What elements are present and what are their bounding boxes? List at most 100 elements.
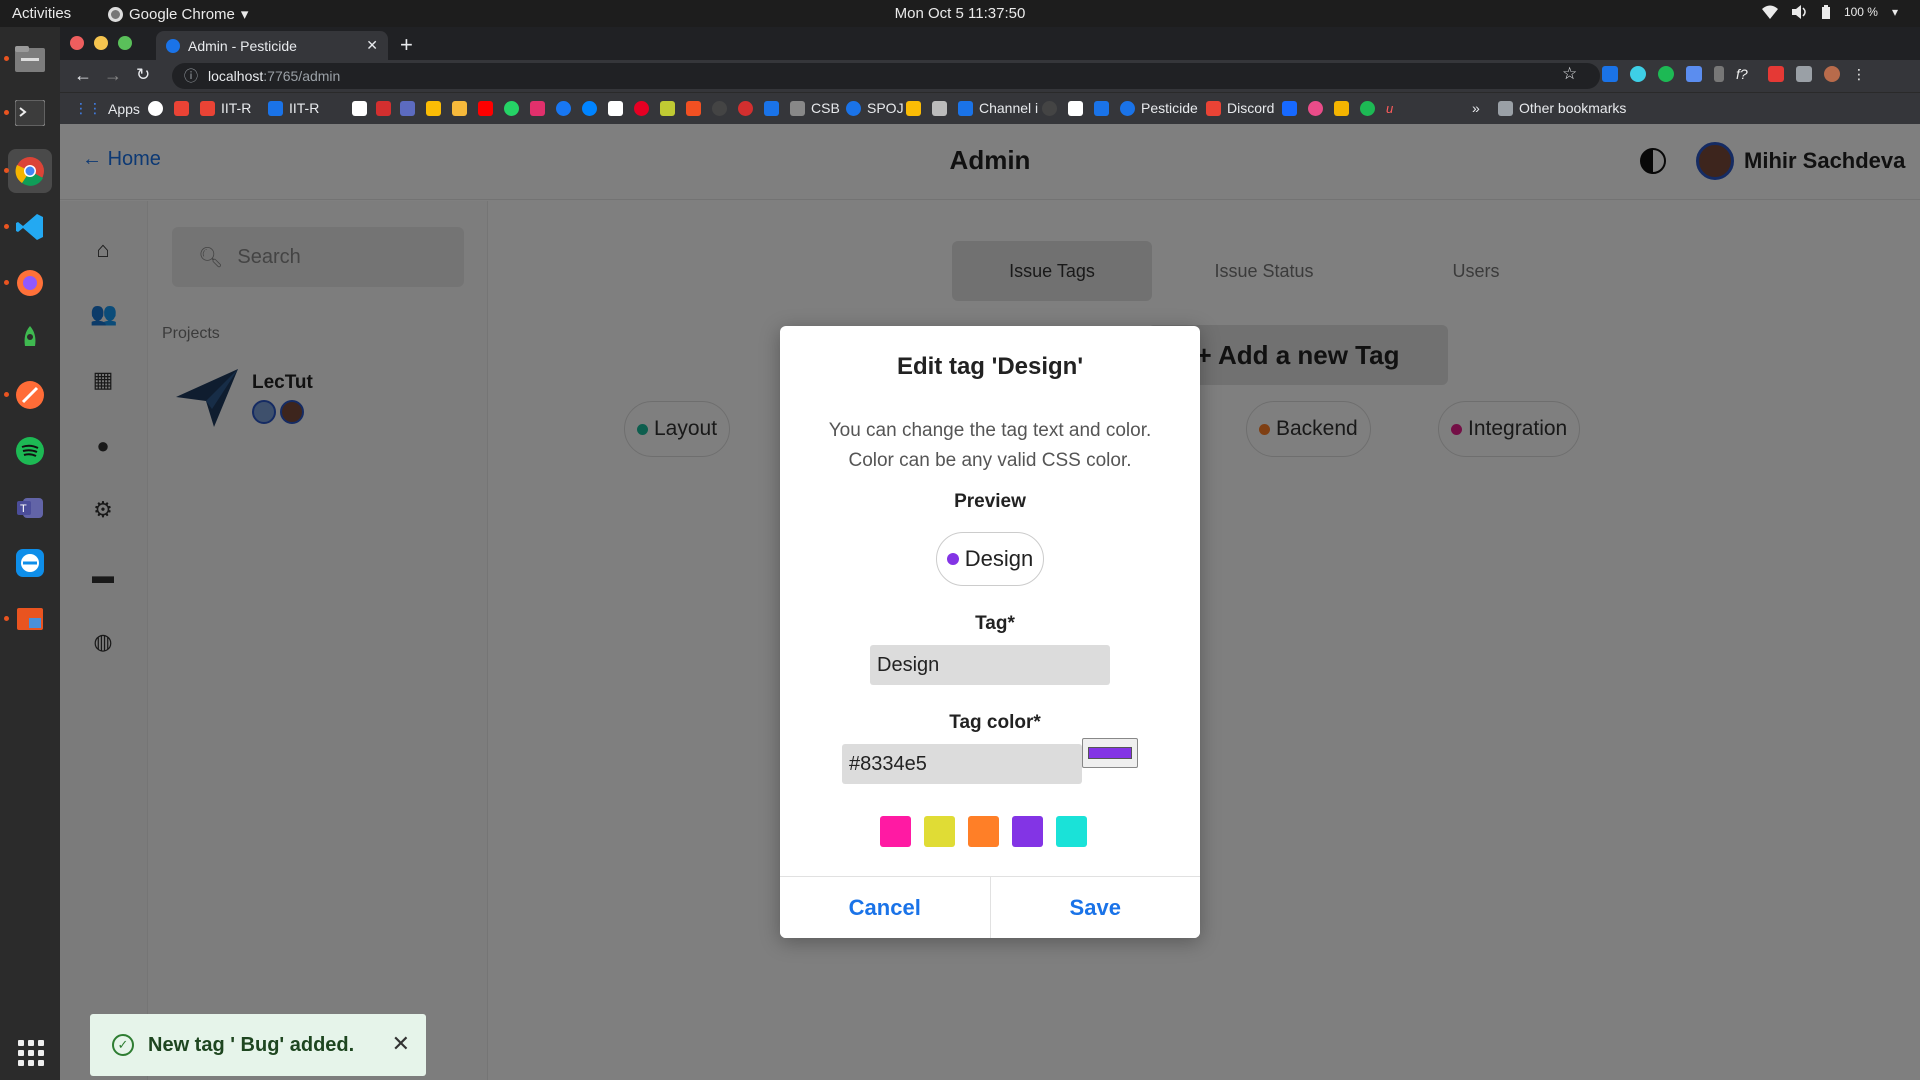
other-bookmarks[interactable]: Other bookmarks [1498, 100, 1626, 116]
google-icon[interactable] [148, 101, 163, 116]
swatch-yellow[interactable] [924, 816, 955, 847]
swatch-orange[interactable] [968, 816, 999, 847]
bookmark-channel-i[interactable]: Channel i [958, 100, 1038, 116]
apps-grid-icon: ⋮⋮ [74, 100, 102, 116]
bookmark-icon[interactable] [1334, 101, 1349, 116]
running-indicator [4, 56, 9, 61]
color-field-label: Tag color* [949, 712, 1041, 733]
tag-color-input[interactable] [842, 744, 1082, 784]
react-devtools-icon[interactable] [1630, 66, 1646, 82]
dock-rocket-app[interactable] [8, 317, 52, 361]
messenger-icon[interactable] [582, 101, 597, 116]
bookmark-icon[interactable] [352, 101, 367, 116]
dock-screenshot-app[interactable] [4, 597, 52, 641]
pinterest-icon[interactable] [634, 101, 649, 116]
extension-icon[interactable] [1602, 66, 1618, 82]
system-top-bar: Activities Google Chrome ▾ Mon Oct 5 11:… [0, 0, 1920, 27]
behance-icon[interactable] [1282, 101, 1297, 116]
bookmark-icon[interactable] [738, 101, 753, 116]
bookmark-icon[interactable] [1068, 101, 1083, 116]
rocket-icon [24, 326, 36, 346]
puzzle-icon[interactable] [1796, 66, 1812, 82]
drive-icon[interactable] [426, 101, 441, 116]
gmail-icon[interactable] [174, 101, 189, 116]
info-icon[interactable]: ⓘ [184, 66, 198, 86]
bookmark-apps[interactable]: ⋮⋮ Apps [74, 100, 140, 117]
dock-teamviewer[interactable] [8, 541, 52, 585]
bookmark-pesticide[interactable]: Pesticide [1120, 100, 1198, 116]
more-bookmarks-icon[interactable]: » [1472, 100, 1480, 116]
dock-chrome[interactable] [4, 149, 52, 193]
swatch-purple[interactable] [1012, 816, 1043, 847]
youtube-icon[interactable] [478, 101, 493, 116]
dock-vscode[interactable] [4, 205, 52, 249]
dribbble-icon[interactable] [1308, 101, 1323, 116]
profile-avatar-icon[interactable] [1824, 66, 1840, 82]
minimize-window-button[interactable] [94, 36, 108, 50]
facebook-icon[interactable] [556, 101, 571, 116]
swatch-cyan[interactable] [1056, 816, 1087, 847]
show-applications-button[interactable] [18, 1040, 44, 1066]
dock-terminal[interactable] [4, 91, 52, 135]
bookmark-icon[interactable] [376, 101, 391, 116]
color-picker-button[interactable] [1082, 738, 1138, 768]
reload-icon[interactable]: ↻ [136, 65, 150, 85]
running-indicator [4, 280, 9, 285]
bookmark-icon[interactable] [1094, 101, 1109, 116]
cancel-button[interactable]: Cancel [780, 877, 991, 938]
bookmark-star-icon[interactable]: ☆ [1562, 64, 1577, 84]
back-icon[interactable]: ← [74, 65, 92, 86]
instagram-icon[interactable] [530, 101, 545, 116]
web-page: ← Home Admin Mihir Sachdeva ⌂ 👥 ▦ ● ⚙ ▬ … [60, 124, 1920, 1080]
codesandbox-icon [790, 100, 805, 116]
close-tab-icon[interactable]: ✕ [366, 37, 378, 54]
extension-icon[interactable] [1658, 66, 1674, 82]
whatsapp-icon[interactable] [504, 101, 519, 116]
close-icon[interactable]: ✕ [392, 1031, 410, 1057]
address-bar[interactable]: ⓘ localhost:7765/admin [172, 63, 1600, 89]
microsoft-icon[interactable] [686, 101, 701, 116]
save-button[interactable]: Save [990, 877, 1200, 938]
success-toast: ✓ New tag ' Bug' added. ✕ [90, 1014, 426, 1076]
clock[interactable]: Mon Oct 5 11:37:50 [0, 5, 1920, 22]
bookmark-icon[interactable] [660, 101, 675, 116]
bookmark-icon[interactable] [400, 101, 415, 116]
bookmark-csb[interactable]: CSB [790, 100, 840, 116]
pesticide-favicon [1120, 100, 1135, 116]
close-window-button[interactable] [70, 36, 84, 50]
status-menu[interactable]: 100 % ▾ [1761, 5, 1898, 19]
spotify-icon[interactable] [1360, 101, 1375, 116]
extension-icon[interactable] [1768, 66, 1784, 82]
svg-text:T: T [20, 503, 27, 515]
swatch-pink[interactable] [880, 816, 911, 847]
bookmark-iitr-mail[interactable]: IIT-R [200, 100, 251, 116]
forward-icon[interactable]: → [104, 65, 122, 86]
dock-spotify[interactable] [8, 429, 52, 473]
tag-text-input[interactable] [870, 645, 1110, 685]
browser-tab[interactable]: Admin - Pesticide ✕ [156, 31, 388, 60]
cc-icon[interactable] [932, 101, 947, 116]
github-icon[interactable] [712, 101, 727, 116]
bookmark-discord[interactable]: Discord [1206, 100, 1274, 116]
dock-firefox[interactable] [4, 261, 52, 305]
maximize-window-button[interactable] [118, 36, 132, 50]
extension-icon[interactable] [1714, 66, 1724, 82]
toast-message: New tag ' Bug' added. [148, 1033, 355, 1056]
bookmark-label: IIT-R [221, 100, 252, 116]
bookmark-iitr[interactable]: IIT-R [268, 100, 319, 116]
extension-icon[interactable] [1686, 66, 1702, 82]
bookmark-label: Discord [1227, 100, 1275, 116]
amazon-icon[interactable] [608, 101, 623, 116]
bookmark-icon[interactable] [764, 101, 779, 116]
bookmark-icon[interactable] [452, 101, 467, 116]
github-icon[interactable] [1042, 101, 1057, 116]
chart-icon[interactable] [906, 101, 921, 116]
dock-teams[interactable]: T [8, 485, 52, 529]
fx-extension-icon[interactable]: f? [1736, 66, 1756, 82]
dock-postman[interactable] [4, 373, 52, 417]
bookmark-spoj[interactable]: SPOJ [846, 100, 904, 116]
menu-kebab-icon[interactable]: ⋮ [1852, 66, 1866, 82]
dock-files[interactable] [4, 37, 52, 81]
new-tab-button[interactable]: + [400, 32, 413, 58]
upwork-icon[interactable]: u [1386, 101, 1401, 116]
